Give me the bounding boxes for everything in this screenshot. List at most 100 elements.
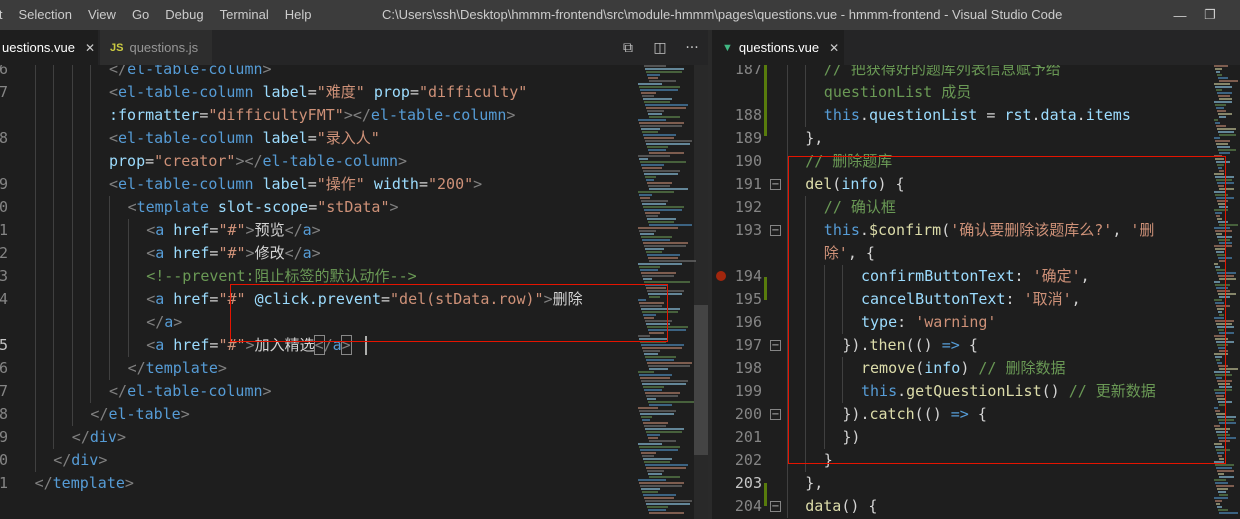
minimap-line	[1216, 467, 1232, 469]
breakpoint-icon[interactable]	[716, 271, 726, 281]
tab-questions-vue-right[interactable]: ▼ questions.vue ✕	[712, 30, 844, 65]
code-token: <	[109, 175, 119, 193]
code-line[interactable]: 4 <a href="#" @click.prevent="del(stData.…	[0, 288, 708, 311]
code-line[interactable]: 190 // 删除题库	[712, 150, 1240, 173]
code-line[interactable]: 187 // 把获得好的题库列表信息赋予给	[712, 65, 1240, 81]
menu-item-terminal[interactable]: Terminal	[212, 0, 277, 30]
code-line[interactable]: 188 this.questionList = rst.data.items	[712, 104, 1240, 127]
code-line[interactable]: 7 <el-table-column label="难度" prop="diffi…	[0, 81, 708, 104]
line-number: 193	[734, 221, 762, 239]
code-line[interactable]: 201})	[712, 426, 1240, 449]
code-line[interactable]: 7 </el-table-column>	[0, 380, 708, 403]
indent-guide	[71, 403, 73, 426]
code-line[interactable]: 8 <el-table-column label="录入人"	[0, 127, 708, 150]
code-line[interactable]: 9 </div>	[0, 426, 708, 449]
code-line[interactable]: 6 </template>	[0, 357, 708, 380]
code-line[interactable]: 8 </el-table>	[0, 403, 708, 426]
fold-icon[interactable]: −	[770, 340, 781, 351]
minimap-line	[1219, 278, 1236, 280]
indent-guide	[34, 403, 36, 426]
indent-guide	[805, 334, 807, 357]
code-token: href	[173, 336, 210, 354]
menu-item-view[interactable]: View	[80, 0, 124, 30]
code-line[interactable]: 6 </el-table-column>	[0, 65, 708, 81]
code-token: width	[373, 175, 419, 193]
code-line[interactable]: 196 type: 'warning'	[712, 311, 1240, 334]
menu-item-it[interactable]: it	[0, 0, 11, 30]
code-token: >	[506, 106, 516, 124]
more-actions-icon[interactable]: ···	[676, 40, 708, 56]
minimap-line	[640, 377, 670, 379]
fold-icon[interactable]: −	[770, 501, 781, 512]
indent-guide	[823, 288, 825, 311]
code-token: >	[245, 244, 255, 262]
close-icon[interactable]: ✕	[829, 41, 839, 55]
tab-label: uestions.vue	[2, 40, 75, 55]
minimap-line	[1214, 173, 1224, 175]
code-text: </el-table>	[90, 403, 189, 426]
minimap-line	[647, 146, 668, 148]
open-changes-icon[interactable]: ⧉	[612, 40, 644, 56]
code-line[interactable]: 197}).then(() => {−	[712, 334, 1240, 357]
code-line[interactable]: 0 <template slot-scope="stData">	[0, 196, 708, 219]
code-text: <!--prevent:阻止标签的默认动作-->	[146, 265, 416, 288]
code-line[interactable]: 3 <!--prevent:阻止标签的默认动作-->	[0, 265, 708, 288]
code-token: "难度"	[316, 83, 365, 101]
minimap-line	[1219, 422, 1236, 424]
code-line[interactable]: 0 </div>	[0, 449, 708, 472]
indent-guide	[786, 81, 788, 104]
code-line[interactable]: 203},	[712, 472, 1240, 495]
minimap-line	[1215, 230, 1232, 232]
code-line[interactable]: questionList 成员	[712, 81, 1240, 104]
right-minimap[interactable]	[1212, 65, 1240, 519]
line-number: 6	[0, 65, 8, 78]
code-line[interactable]: 5 <a href="#">加入精选</a>	[0, 334, 708, 357]
code-line[interactable]: 9 <el-table-column label="操作" width="200"…	[0, 173, 708, 196]
code-line[interactable]: 199 this.getQuestionList() // 更新数据	[712, 380, 1240, 403]
code-line[interactable]: 204 data() {−	[712, 495, 1240, 518]
code-line[interactable]: 195 cancelButtonText: '取消',	[712, 288, 1240, 311]
left-code-editor[interactable]: 6 </el-table-column> 7 <el-table-column lab…	[0, 65, 708, 519]
menu-item-help[interactable]: Help	[277, 0, 320, 30]
code-line[interactable]: 1 </template>	[0, 472, 708, 495]
code-line[interactable]: 192 // 确认框	[712, 196, 1240, 219]
minimap-line	[645, 464, 688, 466]
minimap-line	[647, 254, 680, 256]
split-editor-icon[interactable]: ◫	[644, 40, 676, 56]
code-line[interactable]: 1 <a href="#">预览</a>	[0, 219, 708, 242]
minimap-line	[643, 350, 660, 352]
indent-guide	[786, 196, 788, 219]
code-line[interactable]: </a>	[0, 311, 708, 334]
tab-questions-vue[interactable]: uestions.vue ✕	[0, 30, 98, 65]
minimap-line	[1215, 356, 1222, 358]
code-line[interactable]: 189},	[712, 127, 1240, 150]
code-line[interactable]: 200}).catch(() => {−	[712, 403, 1240, 426]
menu-item-selection[interactable]: Selection	[11, 0, 80, 30]
minimap-line	[641, 344, 684, 346]
code-line[interactable]: 202}	[712, 449, 1240, 472]
tab-questions-js[interactable]: JS questions.js	[100, 30, 212, 65]
left-scrollbar[interactable]	[694, 65, 708, 519]
code-line[interactable]: 194 confirmButtonText: '确定',	[712, 265, 1240, 288]
minimap-line	[645, 212, 660, 214]
menu-item-go[interactable]: Go	[124, 0, 157, 30]
code-line[interactable]: 2 <a href="#">修改</a>	[0, 242, 708, 265]
fold-icon[interactable]: −	[770, 225, 781, 236]
minimap-line	[1214, 407, 1218, 409]
minimap-line	[1215, 194, 1228, 196]
fold-icon[interactable]: −	[770, 409, 781, 420]
minimap-line	[639, 482, 684, 484]
code-line[interactable]: prop="creator"></el-table-column>	[0, 150, 708, 173]
restore-button[interactable]: ❐	[1190, 0, 1230, 30]
menu-item-debug[interactable]: Debug	[157, 0, 211, 30]
code-line[interactable]: 191 del(info) {−	[712, 173, 1240, 196]
scrollbar-thumb[interactable]	[694, 305, 708, 455]
code-line[interactable]: 除', {	[712, 242, 1240, 265]
code-line[interactable]: 198 remove(info) // 删除数据	[712, 357, 1240, 380]
code-line[interactable]: :formatter="difficultyFMT"></el-table-co…	[0, 104, 708, 127]
minimap-line	[1218, 473, 1224, 475]
fold-icon[interactable]: −	[770, 179, 781, 190]
close-icon[interactable]: ✕	[85, 41, 95, 55]
right-code-editor[interactable]: 187 // 把获得好的题库列表信息赋予给 questionList 成员 188 th…	[712, 65, 1240, 519]
code-line[interactable]: 193 this.$confirm('确认要删除该题库么?', '删 −	[712, 219, 1240, 242]
